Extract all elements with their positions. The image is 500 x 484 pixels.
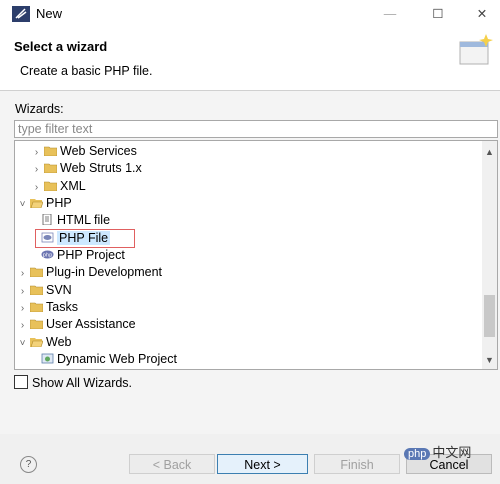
- chevron-right-icon[interactable]: ›: [17, 283, 28, 300]
- folder-icon: [42, 144, 60, 158]
- chevron-down-icon[interactable]: ˅: [17, 335, 28, 352]
- scroll-thumb[interactable]: [484, 295, 495, 337]
- open-folder-icon: [28, 335, 46, 349]
- tree-item-label: User Assistance: [46, 317, 136, 331]
- chevron-right-icon[interactable]: ›: [31, 179, 42, 196]
- watermark: php 中文网: [404, 442, 471, 461]
- tree-item[interactable]: HTML file: [39, 212, 110, 229]
- tree-item-label: Web Struts 1.x: [60, 161, 142, 175]
- chevron-right-icon[interactable]: ›: [31, 144, 42, 161]
- tree-item-label: Dynamic Web Project: [57, 352, 177, 366]
- folder-icon: [28, 265, 46, 279]
- chevron-right-icon[interactable]: ›: [31, 161, 42, 178]
- window-title: New: [36, 6, 63, 21]
- tree-item[interactable]: › XML: [31, 178, 86, 195]
- tree-item-label: Tasks: [46, 300, 78, 314]
- show-all-checkbox[interactable]: [14, 375, 28, 389]
- wizard-content: Wizards: ▲ ▼ › Web Services › Web Struts 1.…: [0, 91, 500, 434]
- tree-item[interactable]: › Web Struts 1.x: [31, 160, 142, 177]
- maximize-button[interactable]: ☐: [418, 2, 458, 26]
- folder-icon: [28, 300, 46, 314]
- tree-item-label: PHP File: [57, 231, 111, 245]
- filter-input[interactable]: [15, 121, 488, 137]
- tree-item[interactable]: › SVN: [17, 282, 72, 299]
- watermark-text: 中文网: [432, 445, 472, 460]
- open-folder-icon: [28, 196, 46, 210]
- wizard-tree[interactable]: ▲ ▼ › Web Services › Web Struts 1.x › XML ˅ PHP…: [14, 140, 498, 370]
- folder-icon: [42, 161, 60, 175]
- chevron-down-icon[interactable]: ˅: [17, 196, 28, 213]
- scroll-up-icon[interactable]: ▲: [482, 145, 497, 159]
- folder-icon: [42, 179, 60, 193]
- tree-item[interactable]: ˅ PHP: [17, 195, 72, 212]
- php-project-icon: php: [39, 248, 57, 262]
- tree-item-label: Plug-in Development: [46, 265, 163, 279]
- tree-item-label: SVN: [46, 283, 72, 297]
- help-icon[interactable]: ?: [20, 456, 37, 473]
- chevron-right-icon[interactable]: ›: [17, 265, 28, 282]
- tree-scrollbar[interactable]: ▲ ▼: [482, 141, 497, 369]
- close-button[interactable]: ✕: [462, 2, 500, 26]
- next-button[interactable]: Next >: [217, 454, 308, 474]
- tree-item[interactable]: Dynamic Web Project: [39, 351, 177, 368]
- wizard-header: Select a wizard Create a basic PHP file.: [0, 28, 500, 90]
- tree-item[interactable]: › Tasks: [17, 299, 78, 316]
- chevron-right-icon[interactable]: ›: [17, 317, 28, 334]
- tree-item[interactable]: › Web Services: [31, 143, 137, 160]
- eclipse-app-icon: [12, 6, 30, 22]
- tree-item-label: HTML file: [57, 213, 111, 227]
- page-title: Select a wizard: [14, 39, 108, 54]
- tree-item-label: XML: [60, 179, 86, 193]
- tree-item-label: Web Services: [60, 144, 137, 158]
- scroll-down-icon[interactable]: ▼: [482, 353, 497, 367]
- watermark-badge: php: [404, 448, 431, 460]
- tree-item[interactable]: ˅ Web: [17, 334, 72, 352]
- chevron-right-icon[interactable]: ›: [17, 300, 28, 317]
- wizards-label: Wizards:: [15, 102, 64, 116]
- tree-item[interactable]: PHP File: [39, 230, 111, 247]
- tree-item[interactable]: › User Assistance: [17, 316, 136, 333]
- title-bar: New — ☐ ✕: [0, 0, 500, 28]
- folder-icon: [28, 317, 46, 331]
- php-file-icon: [39, 231, 57, 245]
- web-project-icon: [39, 352, 57, 366]
- svg-text:php: php: [43, 253, 53, 259]
- filter-field[interactable]: [14, 120, 498, 138]
- show-all-wizards[interactable]: Show All Wizards.: [14, 375, 132, 391]
- page-description: Create a basic PHP file.: [20, 64, 153, 78]
- minimize-button[interactable]: —: [370, 2, 410, 26]
- tree-item-label: PHP Project: [57, 248, 125, 262]
- wizard-banner-icon: [459, 34, 493, 65]
- html-file-icon: [39, 213, 57, 227]
- show-all-label: Show All Wizards.: [32, 376, 133, 390]
- folder-icon: [28, 283, 46, 297]
- tree-item-label: Web: [46, 335, 72, 349]
- tree-item[interactable]: › Plug-in Development: [17, 264, 162, 281]
- tree-item[interactable]: php PHP Project: [39, 247, 125, 264]
- finish-button[interactable]: Finish: [314, 454, 400, 474]
- tree-item-label: PHP: [46, 196, 72, 210]
- back-button[interactable]: < Back: [129, 454, 215, 474]
